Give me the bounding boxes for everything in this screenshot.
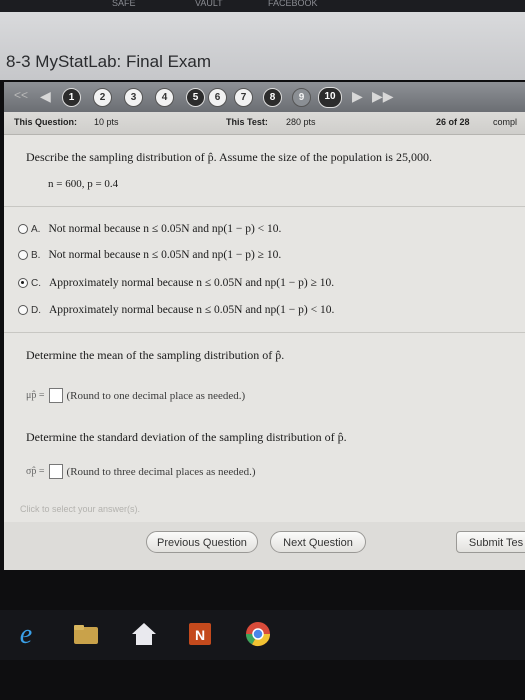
progress-count: 26 of 28 <box>436 117 470 127</box>
this-question-label: This Question: <box>14 117 77 127</box>
option-b-text: Not normal because n ≤ 0.05N and np(1 − … <box>48 249 282 261</box>
question-1[interactable]: 1 <box>62 88 81 107</box>
question-9[interactable]: 9 <box>292 88 311 107</box>
option-c-letter: C. <box>31 277 41 289</box>
footer-buttons: Previous Question Next Question Submit T… <box>4 522 525 570</box>
first-question-button[interactable]: << <box>14 88 28 102</box>
option-a-letter: A. <box>31 223 41 235</box>
divider <box>4 332 525 333</box>
option-b-letter: B. <box>31 249 41 261</box>
this-question-points: 10 pts <box>94 117 119 127</box>
question-panel: This Question: 10 pts This Test: 280 pts… <box>4 112 525 522</box>
this-test-label: This Test: <box>226 117 268 127</box>
sd-symbol: σp̂ = <box>26 466 45 477</box>
option-a-text: Not normal because n ≤ 0.05N and np(1 − … <box>48 223 282 235</box>
prev-question-arrow[interactable]: ◀ <box>40 88 51 105</box>
previous-question-button[interactable]: Previous Question <box>146 531 258 553</box>
next-question-arrow[interactable]: ▶ <box>352 88 363 105</box>
this-test-points: 280 pts <box>286 117 316 127</box>
folder-icon[interactable] <box>72 620 100 648</box>
question-8[interactable]: 8 <box>263 88 282 107</box>
sd-input[interactable] <box>48 464 63 479</box>
chrome-icon[interactable] <box>244 620 272 648</box>
option-a[interactable]: A. Not normal because n ≤ 0.05N and np(1… <box>18 223 281 235</box>
question-3[interactable]: 3 <box>124 88 143 107</box>
bookmark-vault[interactable]: VAULT <box>195 0 223 8</box>
bookmark-facebook[interactable]: FACEBOOK <box>268 0 318 8</box>
question-2[interactable]: 2 <box>93 88 112 107</box>
mean-prompt: Determine the mean of the sampling distr… <box>26 348 285 362</box>
radio-d[interactable] <box>18 305 28 315</box>
onenote-letter: N <box>195 627 205 643</box>
click-hint: Click to select your answer(s). <box>20 504 141 514</box>
radio-c-selected[interactable] <box>18 278 28 288</box>
progress-complete: compl <box>493 117 518 127</box>
option-c[interactable]: C. Approximately normal because n ≤ 0.05… <box>18 277 334 289</box>
question-nav: << ◀ 1 2 3 4 5 6 7 8 9 10 ▶ ▶▶ <box>4 82 525 112</box>
next-question-button[interactable]: Next Question <box>270 531 366 553</box>
onenote-icon[interactable]: N <box>186 620 214 648</box>
last-question-button[interactable]: ▶▶ <box>372 88 394 105</box>
option-b[interactable]: B. Not normal because n ≤ 0.05N and np(1… <box>18 249 281 261</box>
home-icon[interactable] <box>130 620 158 648</box>
bookmark-bar: SAFE VAULT FACEBOOK <box>0 0 525 12</box>
divider <box>4 206 525 207</box>
mean-input[interactable] <box>48 388 63 403</box>
taskbar: e N <box>0 610 525 660</box>
window-titlebar: 8-3 MyStatLab: Final Exam <box>0 12 525 80</box>
option-d-letter: D. <box>31 304 41 316</box>
bookmark-safe[interactable]: SAFE <box>112 0 136 8</box>
question-prompt: Describe the sampling distribution of p̂… <box>26 150 432 164</box>
mean-symbol: μp̂ = <box>26 390 45 401</box>
submit-test-button[interactable]: Submit Tes <box>456 531 525 553</box>
option-d-text: Approximately normal because n ≤ 0.05N a… <box>49 304 335 316</box>
page-title: 8-3 MyStatLab: Final Exam <box>6 52 212 71</box>
question-info-bar: This Question: 10 pts This Test: 280 pts… <box>4 112 525 135</box>
mean-answer-row: μp̂ = (Round to one decimal place as nee… <box>26 388 245 403</box>
question-4[interactable]: 4 <box>155 88 174 107</box>
sd-hint: (Round to three decimal places as needed… <box>66 465 256 478</box>
sd-prompt: Determine the standard deviation of the … <box>26 430 347 444</box>
mean-hint: (Round to one decimal place as needed.) <box>66 389 246 402</box>
radio-b[interactable] <box>18 250 28 260</box>
question-6[interactable]: 6 <box>208 88 227 107</box>
question-10-current[interactable]: 10 <box>318 87 342 108</box>
option-d[interactable]: D. Approximately normal because n ≤ 0.05… <box>18 304 334 316</box>
option-c-text: Approximately normal because n ≤ 0.05N a… <box>49 277 335 289</box>
radio-a[interactable] <box>18 224 28 234</box>
ie-icon[interactable]: e <box>12 619 40 650</box>
question-7[interactable]: 7 <box>234 88 253 107</box>
question-5[interactable]: 5 <box>186 88 205 107</box>
svg-text:e: e <box>20 620 32 648</box>
given-values: n = 600, p = 0.4 <box>48 178 119 190</box>
sd-answer-row: σp̂ = (Round to three decimal places as … <box>26 464 256 479</box>
